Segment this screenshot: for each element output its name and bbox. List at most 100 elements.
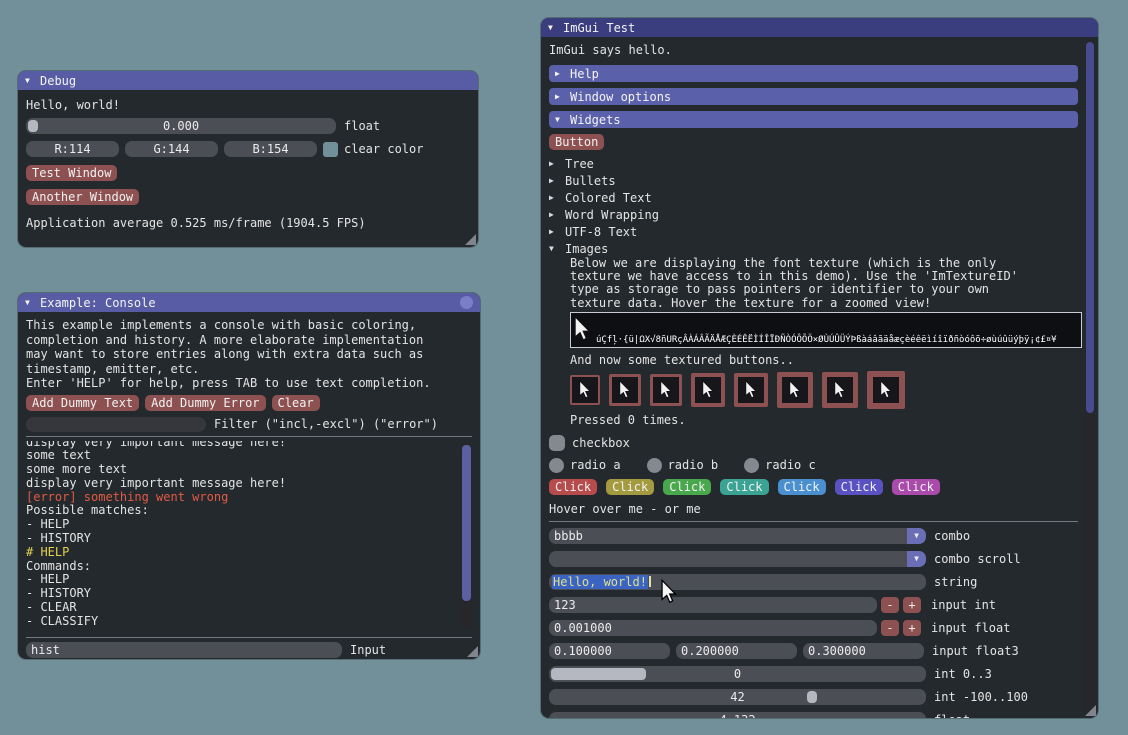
checkbox[interactable] [549,435,565,451]
separator [26,436,472,437]
input-float3-z[interactable]: 0.300000 [803,643,924,659]
radio-b[interactable]: radio b [647,458,719,473]
scrollbar-track[interactable] [1085,40,1095,714]
tree-node-bullets[interactable]: ▶ Bullets [549,172,1078,189]
scrollbar-grab[interactable] [462,445,471,601]
cursor-arrow-icon [880,380,893,399]
combo-scroll-box[interactable]: ▼ [549,551,926,567]
combo-arrow-button[interactable]: ▼ [907,551,926,567]
resize-grip[interactable] [465,234,476,245]
click-button-1[interactable]: Click [549,479,597,495]
scrollbar-grab[interactable] [1086,42,1094,413]
input-float-field[interactable]: 0.001000 [549,620,877,636]
button-widget[interactable]: Button [549,134,604,150]
slider-grab[interactable] [551,668,646,680]
radio-c-label: radio c [765,458,816,472]
another-window-button[interactable]: Another Window [26,189,139,205]
drag-blue-value: B:154 [252,142,288,156]
collapsing-header-help[interactable]: ▶ Help [549,65,1078,82]
plus-button[interactable]: + [903,620,921,636]
textured-button[interactable] [570,375,600,405]
drag-blue[interactable]: B:154 [224,141,317,157]
plus-button[interactable]: + [903,597,921,613]
input-float3-y[interactable]: 0.200000 [676,643,797,659]
drag-green[interactable]: G:144 [125,141,218,157]
collapsing-header-window-options[interactable]: ▶ Window options [549,88,1078,105]
tree-node-tree[interactable]: ▶ Tree [549,155,1078,172]
collapsing-header-widgets[interactable]: ▼ Widgets [549,111,1078,128]
tree-node-word-wrapping[interactable]: ▶ Word Wrapping [549,206,1078,223]
log-line: display very important message here! [26,477,456,491]
click-button-4[interactable]: Click [720,479,768,495]
float-slider-value: 0.000 [163,119,199,133]
float-slider-label: float [344,119,380,133]
click-button-6[interactable]: Click [835,479,883,495]
slider-int-100[interactable]: 42 [549,689,926,705]
tree-node-colored-text[interactable]: ▶ Colored Text [549,189,1078,206]
click-button-2[interactable]: Click [606,479,654,495]
test-titlebar[interactable]: ▼ ImGui Test [541,18,1098,37]
console-intro-line: timestamp, emitter, etc. [26,362,472,377]
textured-button[interactable] [650,374,682,406]
collapse-arrow-icon[interactable]: ▼ [25,299,34,307]
minus-button[interactable]: - [881,597,899,613]
slider-int-0-3-label: int 0..3 [934,667,992,681]
cursor-arrow-icon [702,380,715,399]
textured-button[interactable] [734,373,768,407]
cursor-arrow-icon [834,380,847,399]
close-icon[interactable] [460,296,473,309]
tree-node-images[interactable]: ▼ Images [549,240,1078,257]
radio-c[interactable]: radio c [744,458,816,473]
minus-button[interactable]: - [881,620,899,636]
greeting-text: ImGui says hello. [549,43,1078,57]
resize-grip[interactable] [467,646,478,657]
input-float3-x-value: 0.100000 [549,644,612,658]
drag-red[interactable]: R:114 [26,141,119,157]
string-input[interactable]: Hello, world! [549,574,926,590]
slider-grab[interactable] [807,691,817,703]
test-window-button[interactable]: Test Window [26,165,117,181]
console-input[interactable]: hist [26,642,342,658]
tree-node-label: Colored Text [565,191,652,205]
click-button-7[interactable]: Click [892,479,940,495]
tree-node-utf8-text[interactable]: ▶ UTF-8 Text [549,223,1078,240]
images-text-line: texture data. Hover the texture for a zo… [570,297,1078,310]
clear-color-swatch[interactable] [323,142,338,157]
filter-input[interactable] [26,417,206,432]
input-float3-x[interactable]: 0.100000 [549,643,670,659]
combo-arrow-button[interactable]: ▼ [907,528,926,544]
font-texture-image[interactable]: úÇfļ·{ü|ΩX√8ñURçÂÀÁÂÃÄÅÆÇÈÉÊËÌÍÎÏÐÑÒÓÔÕÖ… [570,312,1082,348]
scrollbar-track[interactable] [461,443,472,627]
collapse-arrow-icon[interactable]: ▼ [548,24,557,32]
input-int-field[interactable]: 123 [549,597,877,613]
textured-button[interactable] [867,371,905,409]
filter-label: Filter ("incl,-excl") ("error") [214,417,438,431]
slider-float[interactable]: 4.132 [549,712,926,718]
click-button-3[interactable]: Click [663,479,711,495]
click-button-5[interactable]: Click [778,479,826,495]
combo-value: bbbb [549,529,583,543]
input-int-value: 123 [549,598,576,612]
combo-box[interactable]: bbbb ▼ [549,528,926,544]
textured-button[interactable] [822,372,858,408]
imgui-test-window: ▼ ImGui Test ImGui says hello. ▶ Help ▶ … [541,18,1098,718]
textured-button[interactable] [777,372,813,408]
tree-node-label: Word Wrapping [565,208,659,222]
console-window-title: Example: Console [40,296,156,310]
resize-grip[interactable] [1085,705,1096,716]
collapsed-arrow-icon: ▶ [549,159,558,168]
textured-button[interactable] [609,374,641,406]
textured-button[interactable] [691,373,725,407]
float-slider-grab[interactable] [28,120,38,132]
console-titlebar[interactable]: ▼ Example: Console [18,293,480,312]
clear-button[interactable]: Clear [272,395,320,411]
collapse-arrow-icon[interactable]: ▼ [25,77,34,85]
add-dummy-error-button[interactable]: Add Dummy Error [145,395,265,411]
float-slider[interactable]: 0.000 [26,118,336,134]
radio-icon [549,458,564,473]
debug-window-title: Debug [40,74,76,88]
slider-int-0-3[interactable]: 0 [549,666,926,682]
debug-titlebar[interactable]: ▼ Debug [18,71,478,90]
radio-a[interactable]: radio a [549,458,621,473]
add-dummy-text-button[interactable]: Add Dummy Text [26,395,139,411]
